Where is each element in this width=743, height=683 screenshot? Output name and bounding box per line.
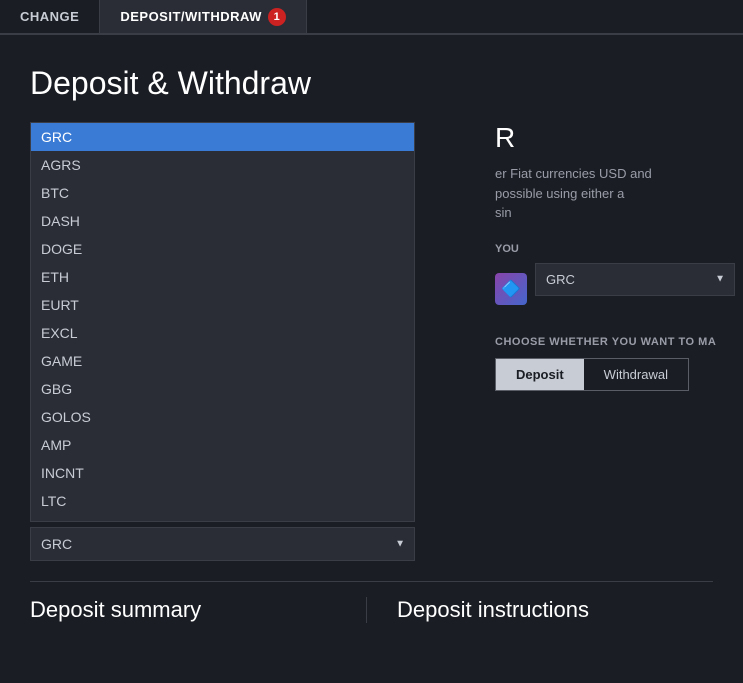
list-item[interactable]: INCNT [31,459,414,487]
currency-listbox[interactable]: GRCAGRSBTCDASHDOGEETHEURTEXCLGAMEGBGGOLO… [30,122,415,522]
columns-layout: GRCAGRSBTCDASHDOGEETHEURTEXCLGAMEGBGGOLO… [30,122,713,561]
list-item[interactable]: GAME [31,347,414,375]
deposit-withdrawal-toggle: Deposit Withdrawal [495,358,689,391]
deposit-button[interactable]: Deposit [496,359,584,390]
right-description: er Fiat currencies USD and possible usin… [495,164,735,223]
you-label: YOU [495,243,735,255]
list-item[interactable]: DOGE [31,235,414,263]
right-desc-line1: er Fiat currencies USD and [495,166,652,181]
nav-label-change: CHANGE [20,9,79,24]
list-item[interactable]: AMP [31,431,414,459]
page-title: Deposit & Withdraw [30,65,713,102]
list-item[interactable]: DASH [31,207,414,235]
right-title: R [495,122,735,154]
choose-label: CHOOSE WHETHER YOU WANT TO MA [495,336,735,348]
avatar-row: 🔷 GRC [495,263,735,316]
bottom-right: Deposit instructions [367,597,713,623]
deposit-summary-title: Deposit summary [30,597,346,623]
list-item[interactable]: EURT [31,291,414,319]
deposit-withdraw-badge: 1 [268,8,286,26]
list-item[interactable]: GBG [31,375,414,403]
list-item[interactable]: GRC [31,123,414,151]
right-currency-select[interactable]: GRC [535,263,735,296]
bottom-left: Deposit summary [30,597,367,623]
top-nav: CHANGE DEPOSIT/WITHDRAW 1 [0,0,743,35]
deposit-instructions-title: Deposit instructions [397,597,713,623]
list-item[interactable]: GOLOS [31,403,414,431]
withdrawal-button[interactable]: Withdrawal [584,359,688,390]
list-item[interactable]: EXCL [31,319,414,347]
list-item[interactable]: MAID [31,515,414,522]
list-item[interactable]: BTC [31,179,414,207]
currency-dropdown-wrapper: GRCAGRSBTCDASHDOGEETHEURTEXCLGAMEGBGGOLO… [30,522,415,561]
right-desc-line3: sin [495,205,512,220]
right-desc-line2: possible using either a [495,186,624,201]
main-content: Deposit & Withdraw GRCAGRSBTCDASHDOGEETH… [0,35,743,643]
avatar: 🔷 [495,273,527,305]
currency-select[interactable]: GRCAGRSBTCDASHDOGEETHEURTEXCLGAMEGBGGOLO… [30,527,415,561]
list-item[interactable]: LTC [31,487,414,515]
list-item[interactable]: AGRS [31,151,414,179]
nav-item-deposit-withdraw[interactable]: DEPOSIT/WITHDRAW 1 [100,0,307,33]
right-column: R er Fiat currencies USD and possible us… [485,122,735,561]
left-column: GRCAGRSBTCDASHDOGEETHEURTEXCLGAMEGBGGOLO… [30,122,465,561]
nav-item-change[interactable]: CHANGE [0,0,100,33]
nav-label-deposit-withdraw: DEPOSIT/WITHDRAW [120,9,262,24]
right-dropdown-wrapper: GRC [535,263,735,296]
bottom-section: Deposit summary Deposit instructions [30,581,713,623]
list-item[interactable]: ETH [31,263,414,291]
